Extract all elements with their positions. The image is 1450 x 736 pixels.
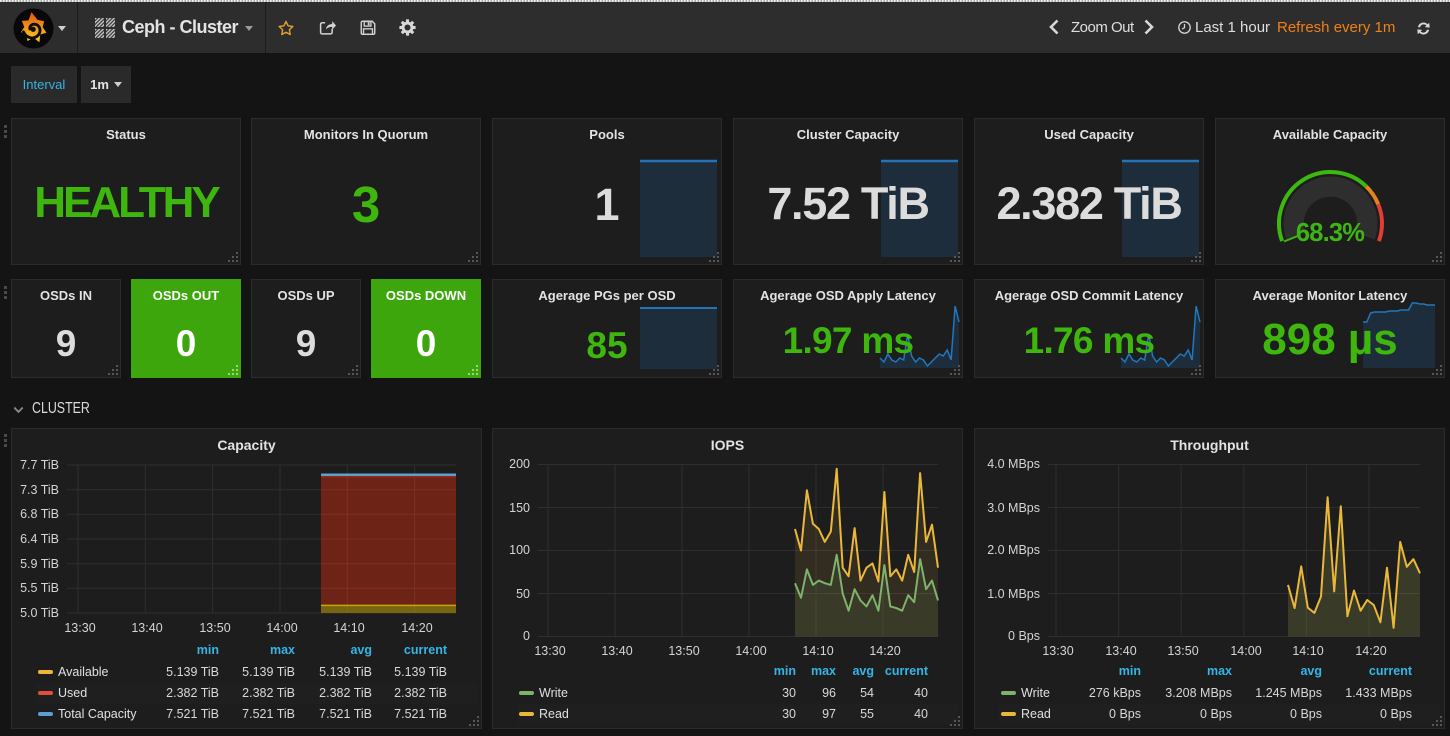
svg-text:68.3%: 68.3% — [1296, 219, 1364, 247]
